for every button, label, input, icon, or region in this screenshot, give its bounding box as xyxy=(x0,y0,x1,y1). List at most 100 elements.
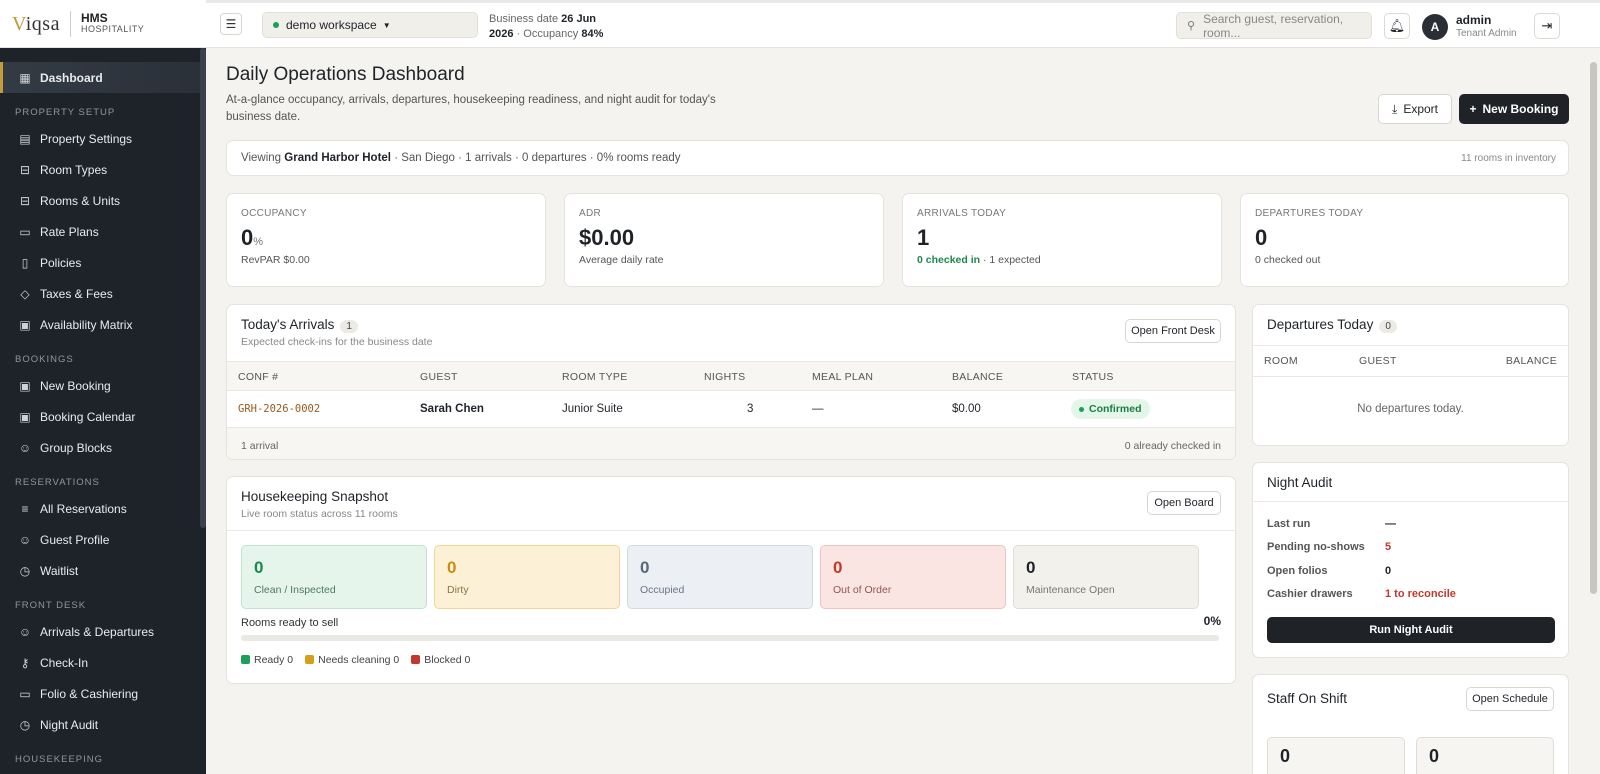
card-icon: ▭ xyxy=(19,224,31,239)
staff-count-box: 0 xyxy=(1416,737,1554,774)
status-badge: Confirmed xyxy=(1071,399,1150,419)
kpi-departures-today: DEPARTURES TODAY 0 0 checked out xyxy=(1240,193,1569,287)
sidebar-item-all-reservations[interactable]: ≡ All Reservations xyxy=(0,493,206,524)
hamburger-icon: ☰ xyxy=(225,17,237,31)
user-menu[interactable]: admin Tenant Admin xyxy=(1456,13,1517,41)
sidebar-nav: ▦ Dashboard PROPERTY SETUP ▤ Property Sett… xyxy=(0,62,206,770)
clock-icon: ◷ xyxy=(19,717,31,732)
sidebar-item-dashboard[interactable]: ▦ Dashboard xyxy=(0,62,206,93)
open-schedule-button[interactable]: Open Schedule xyxy=(1466,687,1554,711)
brand[interactable]: Viqsa HMS HOSPITALITY xyxy=(0,0,206,48)
business-date: Business date 26 Jun 2026 · Occupancy 84… xyxy=(489,13,604,40)
count-badge: 1 xyxy=(340,320,358,333)
logout-icon: ⇥ xyxy=(1541,18,1553,33)
hk-dirty-box[interactable]: 0 Dirty xyxy=(434,545,620,609)
sidebar-item-guest-profile[interactable]: ☺ Guest Profile xyxy=(0,524,206,555)
users-icon: ☺ xyxy=(18,624,32,639)
clock-icon: ◷ xyxy=(19,563,31,578)
todays-arrivals-panel: Today's Arrivals 1 Expected check-ins for… xyxy=(226,304,1236,460)
departures-today-panel: Departures Today 0 ROOM GUEST BALANCE No … xyxy=(1252,304,1569,446)
notifications-button[interactable]: 🔔︎ xyxy=(1384,13,1410,39)
bed-icon: ⊟ xyxy=(19,193,31,208)
staff-on-shift-panel: Staff On Shift Open Schedule 0 0 xyxy=(1252,674,1569,774)
logout-button[interactable]: ⇥ xyxy=(1534,13,1560,39)
sidebar-item-new-booking[interactable]: ▣ New Booking xyxy=(0,370,206,401)
sidebar-item-policies[interactable]: ▯ Policies xyxy=(0,247,206,278)
night-audit-panel: Night Audit Last run — Pending no-shows 5 … xyxy=(1252,462,1569,658)
sidebar-item-group-blocks[interactable]: ☺ Group Blocks xyxy=(0,432,206,463)
table-footer: 1 arrival 0 already checked in xyxy=(227,427,1235,459)
sidebar-item-availability-matrix[interactable]: ▣ Availability Matrix xyxy=(0,309,206,340)
search-input[interactable]: ⚲ Search guest, reservation, room... xyxy=(1176,12,1372,40)
tag-icon: ◇ xyxy=(20,286,30,301)
count-badge: 0 xyxy=(1379,320,1397,333)
run-night-audit-button[interactable]: Run Night Audit xyxy=(1267,617,1555,643)
new-booking-button[interactable]: + New Booking xyxy=(1459,94,1569,124)
wallet-icon: ▭ xyxy=(19,686,31,701)
sidebar: Viqsa HMS HOSPITALITY ▦ Dashboard PROPERT… xyxy=(0,0,206,774)
menu-toggle-button[interactable]: ☰ xyxy=(220,13,242,35)
sidebar-item-arrivals-departures[interactable]: ☺ Arrivals & Departures xyxy=(0,616,206,647)
sidebar-item-waitlist[interactable]: ◷ Waitlist xyxy=(0,555,206,586)
user-icon: ☺ xyxy=(18,532,32,547)
table-row[interactable]: GRH-2026-0002 Sarah Chen Junior Suite 3 … xyxy=(227,391,1235,427)
sidebar-item-taxes-fees[interactable]: ◇ Taxes & Fees xyxy=(0,278,206,309)
legend: Ready 0 Needs cleaning 0 Blocked 0 xyxy=(241,654,470,666)
sidebar-item-rate-plans[interactable]: ▭ Rate Plans xyxy=(0,216,206,247)
hk-maintenance-box[interactable]: 0 Maintenance Open xyxy=(1013,545,1199,609)
sidebar-section-bookings: BOOKINGS xyxy=(15,354,74,365)
workspace-selector[interactable]: demo workspace ▼ xyxy=(262,12,478,38)
table-header: ROOM GUEST BALANCE xyxy=(1253,345,1568,377)
sidebar-item-property-settings[interactable]: ▤ Property Settings xyxy=(0,123,206,154)
page-subtitle: At-a-glance occupancy, arrivals, departu… xyxy=(226,94,716,123)
section-title: Today's Arrivals 1 xyxy=(241,317,358,333)
page-scrollbar[interactable] xyxy=(1590,62,1597,594)
open-board-button[interactable]: Open Board xyxy=(1147,491,1221,515)
staff-count-box: 0 xyxy=(1267,737,1405,774)
legend-needs-cleaning: Needs cleaning 0 xyxy=(305,654,399,666)
kpi-adr: ADR $0.00 Average daily rate xyxy=(564,193,884,287)
inventory-count: 11 rooms in inventory xyxy=(1461,152,1556,164)
plus-icon: + xyxy=(1469,102,1477,116)
sidebar-section-housekeeping: HOUSEKEEPING xyxy=(15,754,104,765)
sidebar-item-check-in[interactable]: ⚷ Check-In xyxy=(0,647,206,678)
avatar[interactable]: A xyxy=(1422,14,1448,40)
bed-icon: ⊟ xyxy=(19,162,31,177)
document-icon: ▯ xyxy=(21,255,29,270)
brand-logo: Viqsa xyxy=(12,10,71,37)
building-icon: ▤ xyxy=(19,131,31,146)
download-icon: ⤓ xyxy=(1392,101,1398,116)
page-title: Daily Operations Dashboard xyxy=(226,64,465,85)
calendar-icon: ▣ xyxy=(19,409,31,424)
sidebar-item-folio-cashiering[interactable]: ▭ Folio & Cashiering xyxy=(0,678,206,709)
top-bar: ☰ demo workspace ▼ Business date 26 Jun … xyxy=(206,0,1600,48)
hk-out-of-order-box[interactable]: 0 Out of Order xyxy=(820,545,1006,609)
legend-blocked: Blocked 0 xyxy=(411,654,470,666)
sidebar-section-reservations: RESERVATIONS xyxy=(15,477,100,488)
conf-number-link[interactable]: GRH-2026-0002 xyxy=(238,403,320,415)
sidebar-item-booking-calendar[interactable]: ▣ Booking Calendar xyxy=(0,401,206,432)
ready-percent: 0% xyxy=(1203,614,1221,628)
sidebar-item-room-types[interactable]: ⊟ Room Types xyxy=(0,154,206,185)
legend-ready: Ready 0 xyxy=(241,654,293,666)
export-button[interactable]: ⤓ Export xyxy=(1378,94,1452,124)
kpi-arrivals-today: ARRIVALS TODAY 1 0 checked in · 1 expect… xyxy=(902,193,1222,287)
hk-occupied-box[interactable]: 0 Occupied xyxy=(627,545,813,609)
sidebar-item-rooms-units[interactable]: ⊟ Rooms & Units xyxy=(0,185,206,216)
list-icon: ≡ xyxy=(21,501,29,516)
open-front-desk-button[interactable]: Open Front Desk xyxy=(1125,319,1221,343)
calendar-icon: ▣ xyxy=(19,317,31,332)
kpi-occupancy: OCCUPANCY 0% RevPAR $0.00 xyxy=(226,193,546,287)
hk-clean-box[interactable]: 0 Clean / Inspected xyxy=(241,545,427,609)
sidebar-item-night-audit[interactable]: ◷ Night Audit xyxy=(0,709,206,740)
viewing-bar: Viewing Grand Harbor Hotel · San Diego ·… xyxy=(226,140,1569,176)
brand-name: HMS HOSPITALITY xyxy=(80,10,145,34)
status-dot-icon xyxy=(273,22,279,28)
table-header: CONF # GUEST ROOM TYPE NIGHTS MEAL PLAN … xyxy=(227,361,1235,391)
calendar-icon: ▣ xyxy=(19,378,31,393)
sidebar-section-front-desk: FRONT DESK xyxy=(15,600,87,611)
bell-icon: 🔔︎ xyxy=(1388,18,1406,33)
grid-icon: ▦ xyxy=(19,70,31,85)
ready-progress-bar xyxy=(241,635,1219,641)
empty-state: No departures today. xyxy=(1357,403,1464,415)
